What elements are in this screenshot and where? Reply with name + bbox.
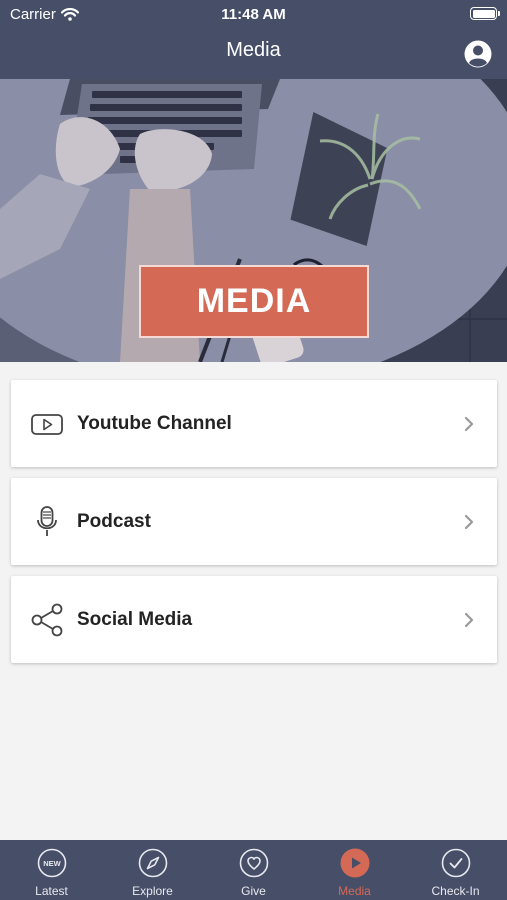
tab-label: Media	[338, 884, 371, 898]
header-bar: Carrier 11:48 AM Media	[0, 0, 507, 79]
profile-icon[interactable]	[464, 40, 492, 68]
hero-banner: MEDIA	[0, 79, 507, 362]
tab-latest[interactable]: NEW Latest	[1, 840, 102, 900]
tab-label: Check-In	[431, 884, 480, 898]
chevron-right-icon	[464, 612, 474, 628]
share-icon	[31, 603, 63, 637]
tab-label: Latest	[35, 884, 68, 898]
tab-label: Explore	[132, 884, 173, 898]
menu-item-label: Podcast	[77, 511, 151, 532]
chevron-right-icon	[464, 514, 474, 530]
new-icon: NEW	[37, 848, 66, 878]
new-badge-text: NEW	[43, 859, 61, 868]
hero-badge: MEDIA	[139, 265, 369, 338]
tab-media[interactable]: Media	[304, 840, 405, 900]
tab-bar: NEW Latest Explore Give Media Check-In	[0, 840, 507, 900]
heart-icon	[239, 848, 268, 878]
tab-give[interactable]: Give	[203, 840, 304, 900]
page-title: Media	[226, 39, 281, 61]
tab-label: Give	[241, 884, 266, 898]
menu-item-social-media[interactable]: Social Media	[11, 576, 497, 663]
menu-item-podcast[interactable]: Podcast	[11, 478, 497, 565]
tab-check-in[interactable]: Check-In	[405, 840, 506, 900]
microphone-icon	[37, 506, 57, 536]
play-icon	[340, 848, 369, 878]
tab-explore[interactable]: Explore	[102, 840, 203, 900]
menu-item-label: Youtube Channel	[77, 413, 232, 434]
battery-icon	[470, 7, 500, 20]
menu-item-youtube[interactable]: Youtube Channel	[11, 380, 497, 467]
menu-item-label: Social Media	[77, 609, 193, 630]
status-bar: Carrier 11:48 AM	[0, 0, 507, 30]
status-time: 11:48 AM	[221, 6, 286, 23]
compass-icon	[138, 848, 167, 878]
youtube-icon	[31, 414, 63, 435]
chevron-right-icon	[464, 416, 474, 432]
checkmark-icon	[441, 848, 470, 878]
